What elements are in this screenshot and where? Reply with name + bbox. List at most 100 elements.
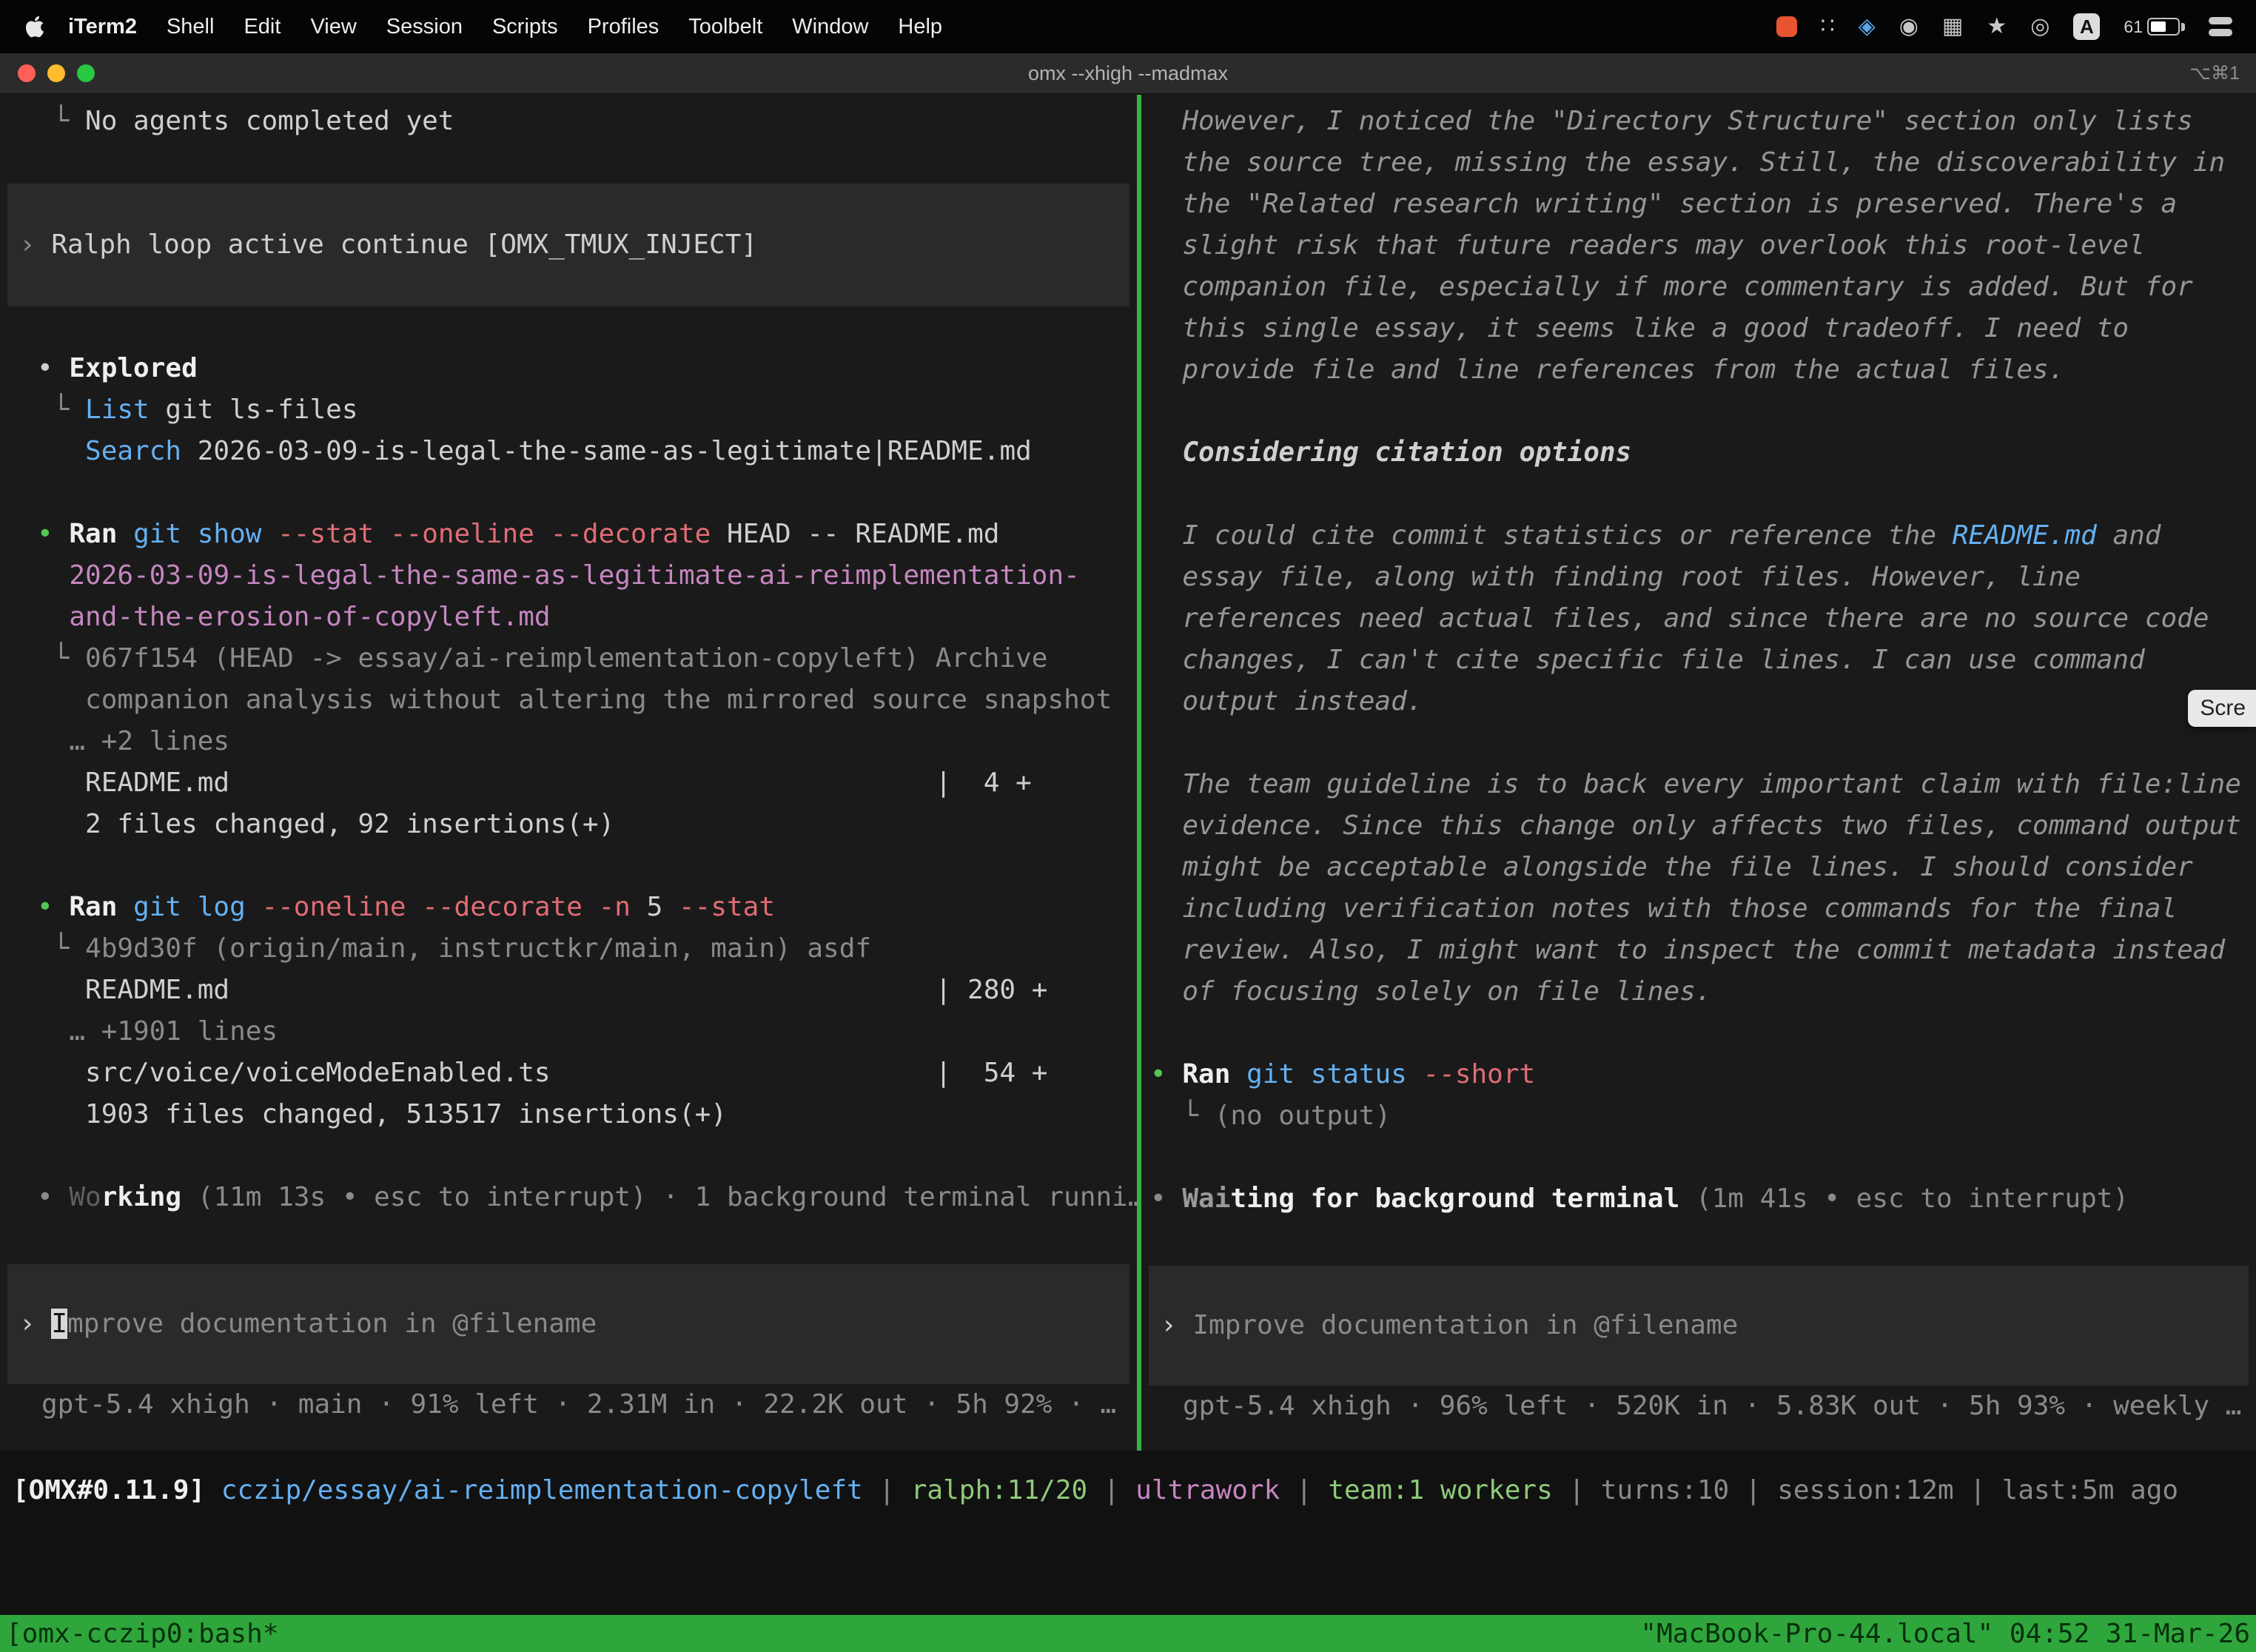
terminal-line: › Ralph loop active continue [OMX_TMUX_I… [7, 224, 1129, 266]
terminal-line: of focusing solely on file lines. [1141, 971, 2256, 1013]
text-segment: List [85, 394, 150, 425]
battery-nub [2181, 23, 2185, 31]
screen-recording-indicator[interactable] [1776, 16, 1797, 37]
terminal-line: essay file, along with finding root file… [1141, 557, 2256, 598]
left-pane[interactable]: └ No agents completed yet › Ralph loop a… [0, 95, 1137, 1451]
minimize-button[interactable] [47, 64, 65, 82]
terminal-line [1141, 474, 2256, 515]
text-segment: the "Related research writing" section i… [1150, 189, 2177, 219]
text-segment: • [1150, 1059, 1182, 1089]
terminal-line [0, 1135, 1137, 1177]
text-segment: 067f154 (HEAD -> essay/ai-reimplementati… [85, 643, 1047, 674]
apple-menu-icon[interactable] [24, 13, 46, 40]
window-title: omx --xhigh --madmax [0, 62, 2256, 85]
text-segment: 2026-03-09-is-legal-the-same-as-legitima… [181, 436, 1032, 466]
menubar-item-toolbelt[interactable]: Toolbelt [674, 15, 777, 39]
menubar-item-edit[interactable]: Edit [229, 15, 295, 39]
menubar-status-icons: ∷ ◈ ◉ ▦ ★ ◎ A 61 [1776, 13, 2237, 40]
text-segment: might be acceptable alongside the file l… [1150, 852, 2193, 882]
omx-status-bar: [OMX#0.11.9] cczip/essay/ai-reimplementa… [0, 1451, 2256, 1511]
text-segment: team:1 workers [1328, 1475, 1552, 1505]
tmux-session-label[interactable]: [omx-cczip0:bash* [6, 1619, 278, 1649]
control-center-icon[interactable] [2209, 17, 2232, 36]
text-segment: HEAD -- README.md [711, 519, 999, 549]
terminal-line: slight risk that future readers may over… [1141, 225, 2256, 266]
text-segment: ralph:11/20 [911, 1475, 1087, 1505]
text-segment: gpt-5.4 xhigh · 96% left · 520K in · 5.8… [1183, 1391, 2241, 1421]
terminal-line: README.md | 4 + [0, 762, 1137, 804]
terminal: └ No agents completed yet › Ralph loop a… [0, 95, 2256, 1451]
text-segment: | [1280, 1475, 1328, 1505]
menubar-item-scripts[interactable]: Scripts [477, 15, 573, 39]
text-segment: • [37, 353, 69, 383]
terminal-line [1141, 391, 2256, 432]
input-source-icon[interactable]: A [2073, 13, 2100, 40]
terminal-line: However, I noticed the "Directory Struct… [1141, 101, 2256, 142]
menubar-item-profiles[interactable]: Profiles [573, 15, 674, 39]
text-segment: gpt-5.4 xhigh · main · 91% left · 2.31M … [41, 1389, 1116, 1420]
text-segment: … +2 lines [37, 726, 229, 756]
text-segment: I could cite commit statistics or refere… [1150, 520, 1953, 551]
text-segment: and [2097, 520, 2161, 551]
terminal-line: I could cite commit statistics or refere… [1141, 515, 2256, 557]
terminal-line [1141, 1013, 2256, 1054]
text-segment: Wai [1182, 1183, 1230, 1214]
text-segment: • [1150, 1183, 1182, 1214]
text-segment: evidence. Since this change only affects… [1150, 810, 2241, 841]
text-segment: mprove documentation in @filename [67, 1309, 597, 1339]
text-segment: Ran [1182, 1059, 1246, 1089]
terminal-line: • Ran git show --stat --oneline --decora… [0, 514, 1137, 555]
menubar-item-shell[interactable]: Shell [152, 15, 229, 39]
menubar-item-window[interactable]: Window [777, 15, 883, 39]
menubar-item-session[interactable]: Session [372, 15, 477, 39]
text-segment: › [19, 1309, 51, 1339]
text-segment: references need actual files, and since … [1150, 603, 2209, 634]
text-segment: rking [101, 1182, 181, 1212]
text-segment: └ [37, 643, 85, 674]
apps-grid-icon[interactable]: ▦ [1942, 16, 1963, 38]
text-segment: No agents completed yet [85, 106, 454, 136]
menubar-item-view[interactable]: View [295, 15, 371, 39]
text-segment: 1903 files changed, 513517 insertions(+) [37, 1099, 727, 1129]
text-segment: … +1901 lines [37, 1016, 278, 1047]
left-transcript: • Explored └ List git ls-files Search 20… [0, 306, 1137, 1218]
text-segment: README.md | 280 + [37, 975, 1047, 1005]
zoom-button[interactable] [77, 64, 95, 82]
terminal-line: • Working (11m 13s • esc to interrupt) ·… [0, 1177, 1137, 1218]
prompt-input-left[interactable]: › Improve documentation in @filename [7, 1264, 1129, 1384]
text-segment: Ralph loop active continue [OMX_TMUX_INJ… [51, 229, 757, 260]
text-segment [37, 436, 85, 466]
terminal-line: Considering citation options [1141, 432, 2256, 474]
menubar-item-help[interactable]: Help [883, 15, 957, 39]
text-segment: Ran [69, 892, 133, 922]
text-segment: ultrawork [1135, 1475, 1280, 1505]
app-icon-blue[interactable]: ◈ [1859, 16, 1876, 38]
text-segment: Explored [69, 353, 197, 383]
model-status-left: gpt-5.4 xhigh · main · 91% left · 2.31M … [0, 1384, 1137, 1426]
star-icon[interactable]: ★ [1987, 16, 2007, 38]
battery-indicator[interactable]: 61 [2124, 17, 2185, 37]
text-segment: --stat --oneline --decorate [261, 519, 711, 549]
text-segment: README.md | 4 + [37, 768, 1032, 798]
camera-icon[interactable]: ◎ [2030, 16, 2049, 38]
text-segment: review. Also, I might want to inspect th… [1150, 935, 2225, 965]
right-pane[interactable]: However, I noticed the "Directory Struct… [1141, 95, 2256, 1451]
dots-grid-icon[interactable]: ∷ [1821, 16, 1835, 38]
terminal-line: 1903 files changed, 513517 insertions(+) [0, 1094, 1137, 1135]
terminal-line: gpt-5.4 xhigh · 96% left · 520K in · 5.8… [1141, 1386, 2256, 1427]
text-segment: | [1954, 1475, 2002, 1505]
terminal-line: including verification notes with those … [1141, 888, 2256, 930]
text-segment: (11m 13s • esc to interrupt) · 1 backgro… [181, 1182, 1137, 1212]
terminal-line: gpt-5.4 xhigh · main · 91% left · 2.31M … [0, 1384, 1137, 1426]
prompt-input-right[interactable]: › Improve documentation in @filename [1149, 1266, 2249, 1386]
app-icon-dark[interactable]: ◉ [1899, 16, 1918, 38]
battery-percent: 61 [2124, 17, 2143, 37]
menubar-item-iterm2[interactable]: iTerm2 [53, 15, 152, 39]
text-segment: essay file, along with finding root file… [1150, 562, 2081, 592]
text-segment: 2 files changed, 92 insertions(+) [37, 809, 614, 839]
terminal-line: src/voice/voiceModeEnabled.ts | 54 + [0, 1052, 1137, 1094]
terminal-line: might be acceptable alongside the file l… [1141, 847, 2256, 888]
screenshot-tooltip[interactable]: Scre [2188, 690, 2256, 727]
close-button[interactable] [18, 64, 36, 82]
terminal-line: └ 4b9d30f (origin/main, instructkr/main,… [0, 928, 1137, 970]
